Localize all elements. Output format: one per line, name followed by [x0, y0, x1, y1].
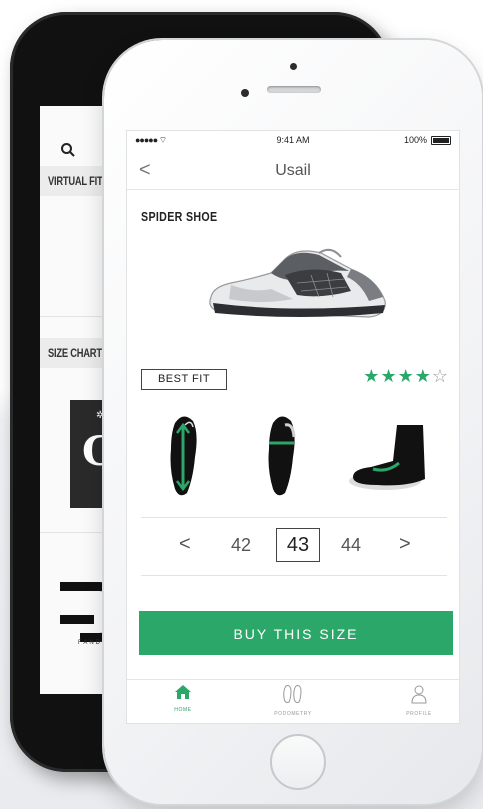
- prev-size-button[interactable]: <: [179, 533, 191, 556]
- buy-this-size-button[interactable]: BUY THIS SIZE: [139, 611, 453, 655]
- star-filled-icon: ★: [380, 366, 398, 386]
- page-title: Usail: [275, 162, 311, 179]
- sensor-dot: [241, 89, 249, 97]
- next-size-button[interactable]: >: [399, 533, 411, 556]
- size-selector: < 42 43 44 >: [127, 527, 459, 567]
- star-filled-icon: ★: [397, 366, 415, 386]
- status-bar: ●●●●● ⌔ 9:41 AM 100%: [127, 131, 459, 149]
- star-empty-icon: ☆: [431, 366, 449, 386]
- divider: [141, 575, 447, 576]
- app-screen: ●●●●● ⌔ 9:41 AM 100% < Usail SPIDER SHOE…: [126, 130, 460, 724]
- rating-stars: ★★★★☆: [363, 366, 449, 387]
- tab-podometry-label: PODOMETRY: [274, 711, 312, 717]
- tab-bar: HOME PODOMETRY PROFILE: [127, 679, 459, 723]
- camera-icon: [290, 63, 297, 70]
- earpiece-speaker: [267, 86, 321, 93]
- search-icon[interactable]: [60, 142, 76, 163]
- foot-width-icon: [268, 416, 296, 496]
- star-filled-icon: ★: [363, 366, 381, 386]
- size-charts-label: SIZE CHARTS: [48, 346, 108, 360]
- tab-podometry[interactable]: PODOMETRY: [253, 684, 333, 717]
- virtual-fit-label: VIRTUAL FIT: [48, 174, 103, 188]
- home-icon: [175, 685, 191, 699]
- tab-home-label: HOME: [174, 707, 192, 713]
- battery-icon: [431, 136, 451, 145]
- foot-length-icon: [170, 416, 197, 496]
- nav-bar: < Usail: [127, 153, 459, 190]
- profile-icon: [411, 685, 427, 704]
- size-option[interactable]: 42: [221, 535, 261, 556]
- battery-percent: 100%: [403, 135, 427, 145]
- tab-profile[interactable]: PROFILE: [379, 684, 459, 717]
- star-filled-icon: ★: [414, 366, 432, 386]
- best-fit-badge: BEST FIT: [141, 369, 227, 390]
- tab-profile-label: PROFILE: [406, 711, 432, 717]
- shoe-image: [209, 248, 386, 318]
- instep-height-icon: [349, 425, 425, 490]
- size-option-selected[interactable]: 43: [276, 528, 320, 562]
- product-name: SPIDER SHOE: [141, 209, 218, 224]
- front-phone: ●●●●● ⌔ 9:41 AM 100% < Usail SPIDER SHOE…: [104, 40, 482, 804]
- tab-home[interactable]: HOME: [143, 684, 223, 713]
- divider: [141, 517, 447, 518]
- home-button[interactable]: [270, 734, 326, 790]
- footprints-icon: [283, 685, 302, 703]
- size-option[interactable]: 44: [331, 535, 371, 556]
